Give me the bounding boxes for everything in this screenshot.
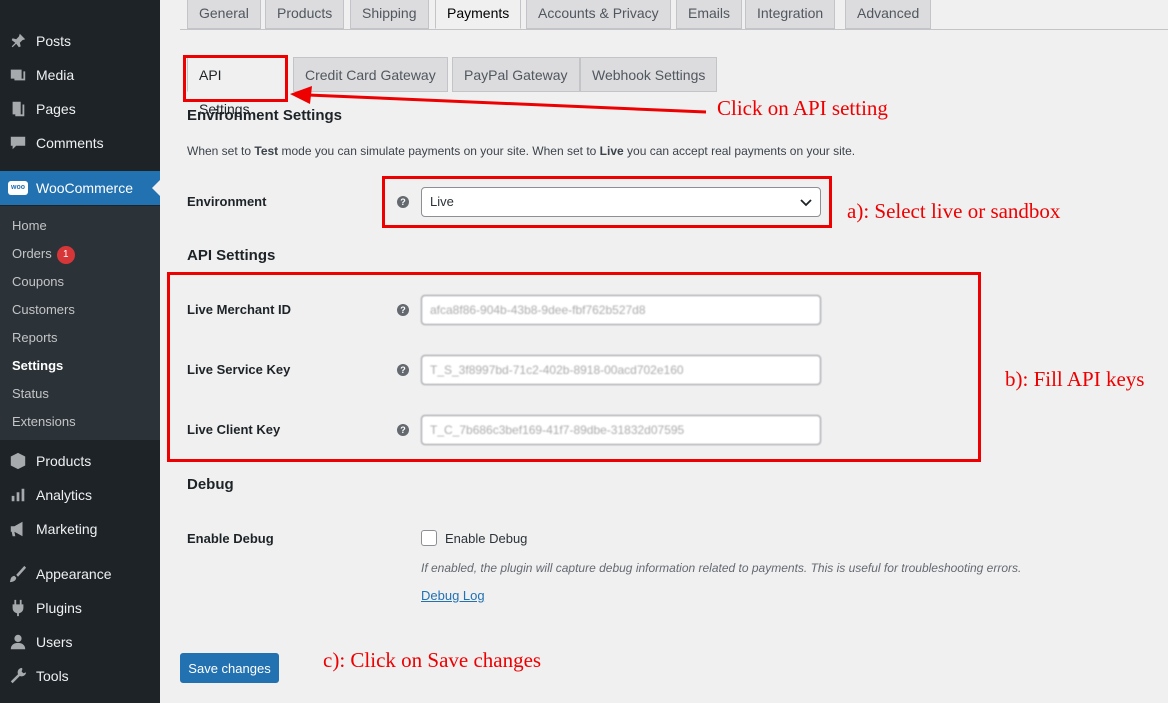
menu-woocommerce[interactable]: woo WooCommerce [0,171,160,205]
menu-products[interactable]: Products [0,444,160,478]
menu-users[interactable]: Users [0,625,160,659]
menu-label: Plugins [36,600,82,616]
enable-debug-checkbox[interactable] [421,530,437,546]
enable-debug-label: Enable Debug [187,531,274,546]
tab-emails[interactable]: Emails [676,0,743,29]
tab-advanced[interactable]: Advanced [845,0,932,29]
submenu-settings[interactable]: Settings [12,356,63,376]
tab-products[interactable]: Products [265,0,345,29]
submenu-extensions[interactable]: Extensions [12,412,76,432]
debug-heading: Debug [187,476,234,493]
brush-icon [0,565,36,583]
tab-accounts-privacy[interactable]: Accounts & Privacy [526,0,671,29]
submenu-orders[interactable]: Orders 1 [12,244,75,264]
annotation-box-api-keys [167,272,981,462]
menu-label: Pages [36,101,76,117]
tab-general[interactable]: General [187,0,261,29]
annotation-save-text: c): Click on Save changes [323,648,542,672]
annotation-env-text: a): Select live or sandbox [847,199,1061,223]
pages-icon [0,100,36,118]
menu-marketing[interactable]: Marketing [0,512,160,546]
submenu-customers[interactable]: Customers [12,300,75,320]
debug-description: If enabled, the plugin will capture debu… [421,561,1022,575]
orders-count-badge: 1 [56,245,75,264]
submenu-coupons[interactable]: Coupons [12,272,64,292]
menu-label: Users [36,634,73,650]
api-settings-heading: API Settings [187,247,276,264]
menu-appearance[interactable]: Appearance [0,557,160,591]
menu-tools[interactable]: Tools [0,659,160,693]
debug-log-link[interactable]: Debug Log [421,588,485,603]
menu-label: Posts [36,33,72,49]
menu-label: Tools [36,668,69,684]
menu-label: Media [36,67,75,83]
menu-label: Analytics [36,487,93,503]
media-icon [0,66,36,84]
annotation-api-text: Click on API setting [717,96,888,120]
plugin-icon [0,599,36,617]
environment-description: When set to Test mode you can simulate p… [187,144,856,158]
woocommerce-submenu: Home Orders 1 Coupons Customers Reports S… [0,206,160,440]
annotation-box-environment [382,176,832,228]
submenu-label: Orders [12,246,52,261]
save-changes-button[interactable]: Save changes [180,653,279,683]
menu-comments[interactable]: Comments [0,126,160,160]
submenu-reports[interactable]: Reports [12,328,58,348]
menu-label: Appearance [36,566,112,582]
woo-icon: woo [0,181,36,195]
environment-label: Environment [187,194,267,209]
megaphone-icon [0,520,36,538]
annotation-keys-text: b): Fill API keys [1005,367,1145,391]
comments-icon [0,134,36,152]
tab-integration[interactable]: Integration [745,0,836,29]
pin-icon [0,32,36,50]
annotation-box-api-settings [183,55,288,102]
enable-debug-checkbox-label[interactable]: Enable Debug [445,531,527,546]
menu-analytics[interactable]: Analytics [0,478,160,512]
submenu-home[interactable]: Home [12,216,47,236]
wrench-icon [0,667,36,685]
admin-sidebar: Posts Media Pages Comments woo WooCommer… [0,0,160,703]
menu-posts[interactable]: Posts [0,24,160,58]
products-icon [0,452,36,470]
user-icon [0,633,36,651]
menu-label: Marketing [36,521,98,537]
tab-payments[interactable]: Payments [435,0,522,29]
menu-label: Products [36,453,92,469]
analytics-icon [0,486,36,504]
tab-shipping[interactable]: Shipping [350,0,429,29]
annotation-arrow [290,86,707,114]
menu-media[interactable]: Media [0,58,160,92]
menu-plugins[interactable]: Plugins [0,591,160,625]
menu-label: WooCommerce [36,180,133,196]
menu-label: Comments [36,135,104,151]
submenu-status[interactable]: Status [12,384,49,404]
tabs-divider [180,29,1168,30]
menu-pages[interactable]: Pages [0,92,160,126]
